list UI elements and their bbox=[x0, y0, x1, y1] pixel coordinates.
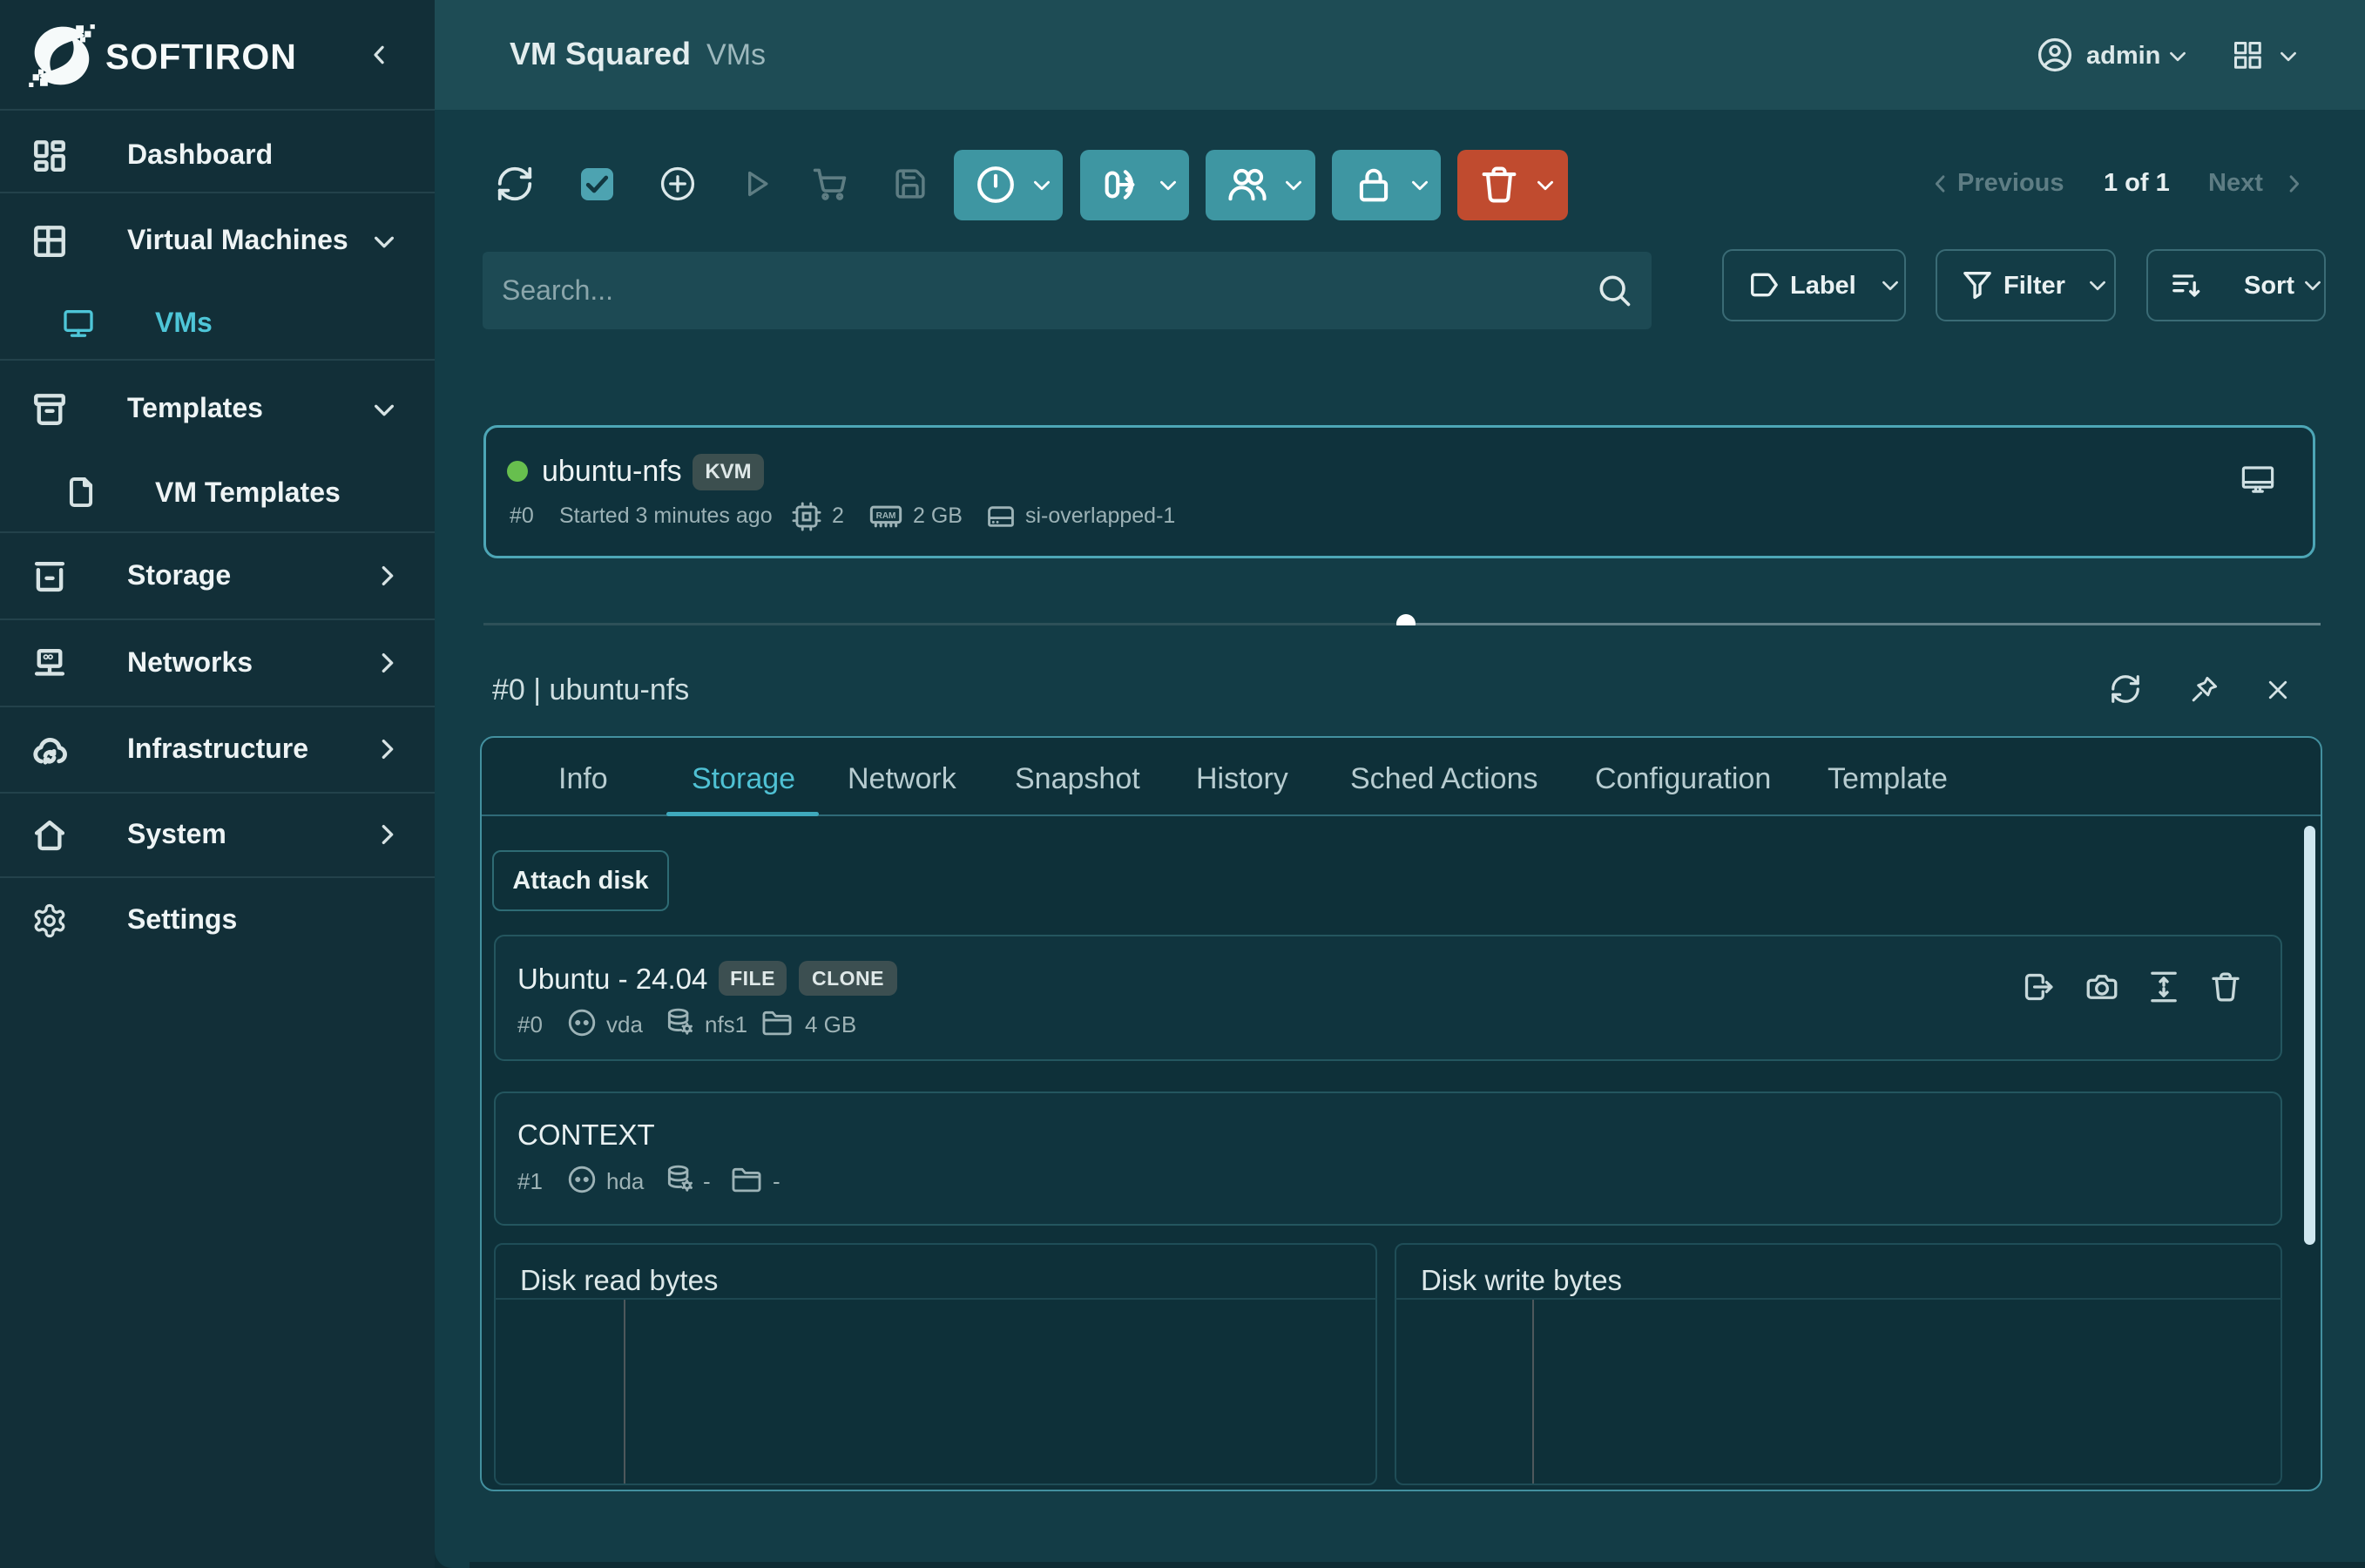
svg-text:RAM: RAM bbox=[876, 511, 896, 521]
